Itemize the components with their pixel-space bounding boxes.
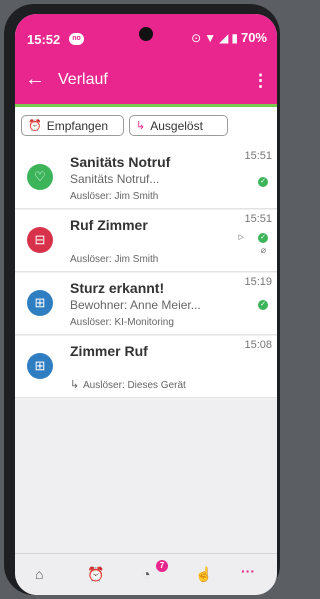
filter-triggered-chip[interactable]: ↳ Ausgelöst <box>129 115 228 136</box>
nav-badge: 7 <box>156 560 168 572</box>
battery-icon: ▮ <box>231 30 238 45</box>
camera-cutout <box>139 27 153 41</box>
medkit-icon: ⊞ <box>27 290 53 316</box>
system-icons: ⊙ ▼ ◢ ▮ 70% <box>191 30 267 45</box>
alarm-icon: ⏰ <box>28 120 42 132</box>
notification-badge: no <box>69 33 84 45</box>
more-icon[interactable]: ··· <box>241 563 255 579</box>
medkit-icon: ⊞ <box>27 353 53 379</box>
entry-trigger: Auslöser: Jim Smith <box>70 254 159 265</box>
history-entry[interactable]: ⊞ Sturz erkannt! Bewohner: Anne Meier...… <box>15 273 277 335</box>
entry-time: 15:08 <box>244 339 272 351</box>
arrow-left-icon[interactable]: ← <box>25 69 45 89</box>
location-icon: ⊙ <box>191 30 202 45</box>
filter-bar: ⏰ Empfangen ↳ Ausgelöst <box>15 107 277 147</box>
screen: 15:52 no ⊙ ▼ ◢ ▮ 70% ← Verlauf ⋮ ⏰ Empfa… <box>15 14 277 595</box>
bed-icon: ⊟ <box>27 227 53 253</box>
bottom-nav: ⌂ ⏰ ◔ 7 ☝ ··· <box>15 553 277 595</box>
entry-title: Zimmer Ruf <box>70 343 148 359</box>
entry-trigger: Auslöser: Jim Smith <box>70 191 159 202</box>
status-time: 15:52 <box>27 32 61 47</box>
arrow-turn-icon: ↳ <box>70 379 80 391</box>
battery-level: 70% <box>240 30 267 45</box>
page-title: Verlauf <box>58 71 108 88</box>
check-icon: ✓ <box>258 300 268 310</box>
touch-icon[interactable]: ☝ <box>195 566 212 583</box>
attachment-icon: ⌀ <box>260 245 266 255</box>
app-bar: ← Verlauf ⋮ <box>15 59 277 107</box>
signal-icon: ◢ <box>219 30 229 45</box>
entry-title: Ruf Zimmer <box>70 217 148 233</box>
home-icon[interactable]: ⌂ <box>35 566 43 582</box>
entry-trigger: Auslöser: KI-Monitoring <box>70 317 174 328</box>
entry-time: 15:51 <box>244 213 272 225</box>
history-icon[interactable]: ◔ <box>142 566 150 582</box>
entry-title: Sturz erkannt! <box>70 280 165 296</box>
alarm-icon[interactable]: ⏰ <box>87 566 104 583</box>
entry-trigger: Auslöser: Dieses Gerät <box>83 380 186 391</box>
arrow-turn-icon: ↳ <box>136 120 146 132</box>
entry-subtitle: Sanitäts Notruf... <box>70 172 160 186</box>
play-icon: ▷ <box>238 234 244 241</box>
heart-icon: ♡ <box>27 164 53 190</box>
filter-received-chip[interactable]: ⏰ Empfangen <box>21 115 124 136</box>
entry-time: 15:19 <box>244 276 272 288</box>
phone-frame: 15:52 no ⊙ ▼ ◢ ▮ 70% ← Verlauf ⋮ ⏰ Empfa… <box>4 4 280 595</box>
chip-label: Empfangen <box>46 118 109 133</box>
wifi-icon: ▼ <box>204 30 217 45</box>
check-icon: ✓ <box>258 233 268 243</box>
history-entry[interactable]: ⊞ Zimmer Ruf Auslöser: Dieses Gerät ↳ 15… <box>15 336 277 398</box>
entry-subtitle: Bewohner: Anne Meier... <box>70 298 201 312</box>
entry-title: Sanitäts Notruf <box>70 154 171 170</box>
check-icon: ✓ <box>258 177 268 187</box>
entry-time: 15:51 <box>244 150 272 162</box>
chip-label: Ausgelöst <box>150 118 203 133</box>
status-bar: 15:52 no ⊙ ▼ ◢ ▮ 70% <box>15 14 277 59</box>
history-entry[interactable]: ♡ Sanitäts Notruf Sanitäts Notruf... Aus… <box>15 147 277 209</box>
history-entry[interactable]: ⊟ Ruf Zimmer Auslöser: Jim Smith 15:51 ▷… <box>15 210 277 272</box>
list-empty-area <box>15 400 277 553</box>
more-vert-icon[interactable]: ⋮ <box>252 71 269 91</box>
